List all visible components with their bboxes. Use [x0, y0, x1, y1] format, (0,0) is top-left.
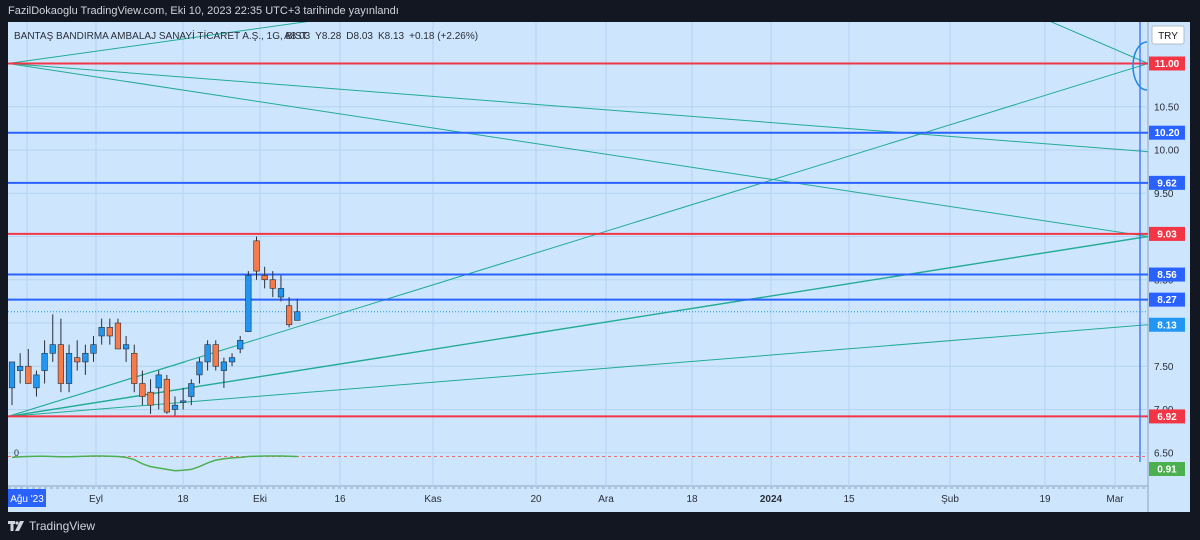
last-price-label: 8.13: [1149, 317, 1185, 332]
candle-body-23: [196, 361, 203, 376]
change-value: +0.18 (+2.26%): [409, 31, 478, 42]
candle-body-0: [8, 361, 16, 389]
candle-body-27: [228, 357, 236, 363]
candle-body-21: [180, 400, 187, 403]
candle-body-3: [33, 374, 40, 389]
y-tick-6.50: 6.50: [1154, 448, 1174, 459]
candle-body-7: [65, 352, 73, 384]
x-tick-7: Ara: [598, 494, 614, 505]
last-price-label-text: 8.13: [1157, 320, 1177, 331]
level-label-11.00: 11.00: [1149, 56, 1185, 71]
chart-pane-background: [8, 22, 1148, 512]
x-tick-5: Kas: [424, 494, 441, 505]
candle-body-17: [147, 391, 154, 406]
x-tick-1: Eyl: [89, 494, 103, 505]
candle-body-12: [106, 327, 113, 337]
candle-29: [245, 271, 252, 332]
oscillator-value-label-text: 0.91: [1157, 465, 1177, 476]
level-label-10.20-text: 10.20: [1154, 128, 1179, 139]
candle-body-5: [49, 344, 56, 354]
candle-body-34: [285, 305, 293, 326]
level-label-9.62-text: 9.62: [1157, 178, 1177, 189]
candle-body-6: [57, 344, 64, 384]
candle-body-13: [114, 322, 122, 350]
candle-body-35: [294, 311, 301, 321]
y-tick-7.50: 7.50: [1154, 362, 1174, 373]
candle-body-31: [261, 275, 268, 281]
x-tick-0: Ağu '23: [10, 494, 44, 505]
price-chart[interactable]: 0 10.5010.009.509.008.508.007.507.006.50…: [0, 22, 1200, 512]
oscillator-zero-label: 0: [14, 448, 19, 458]
level-label-6.92-text: 6.92: [1157, 412, 1177, 423]
candle-body-20: [171, 404, 179, 410]
candle-body-25: [212, 344, 219, 367]
x-tick-13: Mar: [1106, 494, 1124, 505]
level-label-9.03: 9.03: [1149, 226, 1185, 241]
candle-body-4: [41, 352, 48, 371]
chart-frame: FazilDokaoglu TradingView.com, Eki 10, 2…: [0, 0, 1200, 540]
y-tick-9.50: 9.50: [1154, 189, 1174, 200]
candle-body-26: [220, 361, 228, 371]
candle-body-2: [25, 365, 32, 384]
candle-body-9: [82, 352, 89, 363]
y-tick-10.50: 10.50: [1154, 102, 1179, 113]
level-label-10.20: 10.20: [1149, 125, 1185, 140]
level-label-8.27: 8.27: [1149, 292, 1185, 307]
ohlc-value-A: 8.03: [291, 31, 311, 42]
footer-bar: TradingView: [0, 512, 1200, 540]
candle-body-29: [245, 275, 252, 332]
ohlc-label-D: D: [346, 31, 353, 42]
level-label-6.92: 6.92: [1149, 409, 1185, 424]
x-tick-6: 20: [530, 494, 542, 505]
candle-body-14: [123, 344, 130, 350]
tradingview-logo-icon: [8, 520, 24, 532]
candle-19: [163, 374, 170, 414]
x-tick-8: 18: [686, 494, 698, 505]
ohlc-value-D: 8.03: [354, 31, 374, 42]
level-label-8.56-text: 8.56: [1157, 270, 1177, 281]
candle-13: [114, 318, 122, 350]
candle-25: [212, 340, 219, 371]
candle-body-30: [253, 240, 260, 272]
level-label-9.03-text: 9.03: [1157, 229, 1177, 240]
price-axis-background: [1148, 22, 1190, 512]
brand-text: TradingView: [29, 519, 96, 533]
ohlc-value-K: 8.13: [385, 31, 405, 42]
oscillator-value-label: 0.91: [1149, 462, 1185, 476]
candle-body-24: [204, 344, 211, 363]
candle-body-19: [163, 378, 170, 413]
candle-body-32: [269, 279, 276, 289]
x-tick-11: Şub: [941, 494, 959, 505]
currency-label: TRY: [1158, 31, 1178, 42]
candle-body-22: [188, 383, 195, 397]
level-label-9.62: 9.62: [1149, 175, 1185, 190]
level-label-8.27-text: 8.27: [1157, 295, 1177, 306]
candle-body-1: [17, 365, 24, 371]
candle-body-28: [237, 339, 244, 350]
y-tick-10.00: 10.00: [1154, 146, 1179, 157]
level-label-11.00-text: 11.00: [1155, 59, 1180, 70]
candle-body-8: [74, 357, 81, 363]
x-tick-12: 19: [1039, 494, 1051, 505]
x-tick-9: 2024: [760, 494, 783, 505]
candle-body-11: [98, 327, 105, 337]
symbol-legend[interactable]: BANTAŞ BANDIRMA AMBALAJ SANAYİ TİCARET A…: [14, 29, 308, 42]
candle-body-33: [277, 288, 285, 298]
x-tick-10: 15: [843, 494, 855, 505]
candle-body-15: [131, 352, 138, 384]
level-label-8.56: 8.56: [1149, 267, 1185, 282]
candle-body-10: [90, 344, 97, 354]
x-tick-2: 18: [177, 494, 189, 505]
ohlc-value-Y: 8.28: [322, 31, 342, 42]
x-tick-3: Eki: [253, 494, 267, 505]
candle-body-16: [139, 383, 146, 397]
publish-info: FazilDokaoglu TradingView.com, Eki 10, 2…: [8, 5, 399, 17]
x-tick-4: 16: [334, 494, 346, 505]
candle-body-18: [155, 374, 162, 389]
